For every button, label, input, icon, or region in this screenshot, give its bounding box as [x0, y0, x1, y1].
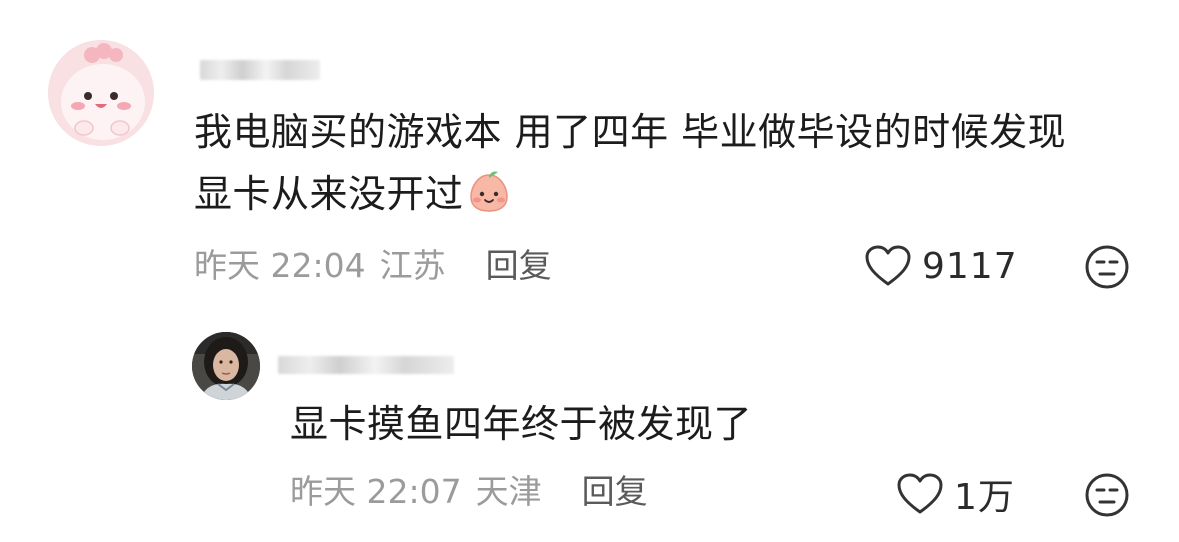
cute-pink-blob-avatar-icon: [48, 40, 154, 146]
comment-item: 我电脑买的游戏本 用了四年 毕业做毕设的时候发现 显卡从来没开过 昨天 22:0…: [0, 0, 1179, 300]
like-button[interactable]: 9117: [864, 244, 1018, 288]
comment-location: 江苏: [379, 246, 446, 285]
reply-item: 显卡摸鱼四年终于被发现了 昨天 22:07 天津 回复 1万: [0, 300, 1179, 542]
avatar[interactable]: [192, 332, 260, 400]
reply-button[interactable]: 回复: [582, 472, 648, 511]
username-blurred[interactable]: [278, 356, 454, 374]
comment-date: 昨天 22:07: [290, 472, 462, 511]
like-button[interactable]: 1万: [896, 472, 1015, 518]
unamused-face-icon: [1085, 245, 1129, 289]
comment-date: 昨天 22:04: [194, 246, 366, 285]
dislike-button[interactable]: [1084, 244, 1130, 290]
heart-icon: [897, 473, 943, 514]
comment-text-line: 显卡从来没开过: [194, 166, 512, 222]
comment-meta: 昨天 22:04 江苏 回复: [194, 246, 552, 286]
heart-icon: [865, 245, 911, 286]
reply-button[interactable]: 回复: [486, 246, 552, 285]
comment-location: 天津: [475, 472, 542, 511]
comment-meta: 昨天 22:07 天津 回复: [290, 472, 648, 512]
dislike-button[interactable]: [1084, 472, 1130, 518]
comment-text-line: 显卡摸鱼四年终于被发现了: [290, 402, 753, 446]
comment-text-line: 我电脑买的游戏本 用了四年 毕业做毕设的时候发现: [194, 110, 1067, 154]
blushing-peach-emoji-icon: [466, 169, 512, 215]
portrait-photo-avatar-icon: [192, 332, 260, 400]
comment-text-fragment: 显卡从来没开过: [194, 172, 464, 216]
like-count: 9117: [922, 245, 1018, 287]
like-count: 1万: [954, 477, 1015, 518]
username-blurred[interactable]: [200, 60, 320, 80]
unamused-face-icon: [1085, 473, 1129, 517]
avatar[interactable]: [48, 40, 154, 146]
